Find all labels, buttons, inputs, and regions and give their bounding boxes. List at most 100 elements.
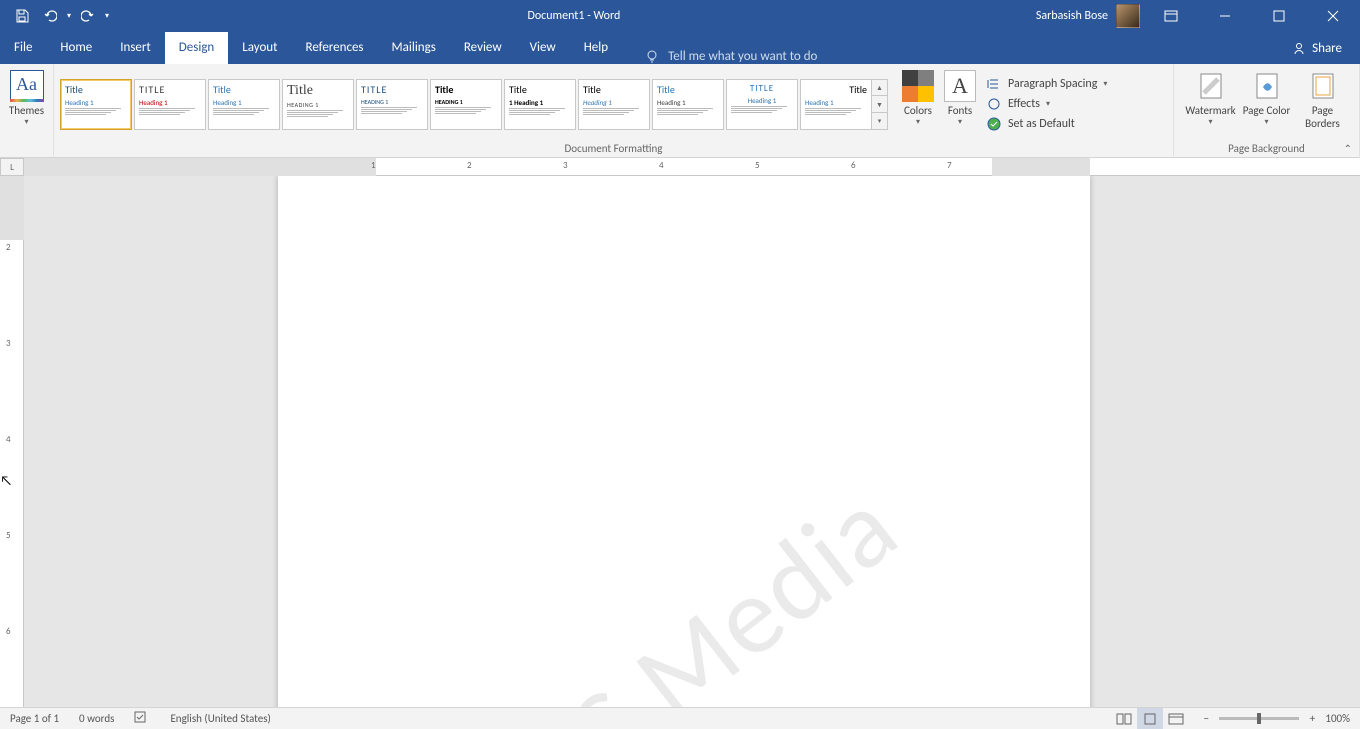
user-avatar[interactable] bbox=[1116, 4, 1140, 28]
watermark-text: H2S Media bbox=[445, 459, 924, 707]
ribbon: Aa Themes ▾ TitleHeading 1TITLEHeading 1… bbox=[0, 64, 1360, 158]
effects-icon bbox=[986, 96, 1002, 112]
spell-check-icon[interactable] bbox=[124, 710, 160, 727]
minimize-button[interactable] bbox=[1202, 0, 1248, 32]
chevron-down-icon: ▾ bbox=[916, 117, 920, 127]
zoom-out-button[interactable]: − bbox=[1199, 712, 1213, 726]
horizontal-ruler[interactable]: 1234567 bbox=[24, 158, 1360, 176]
tab-home[interactable]: Home bbox=[46, 32, 106, 64]
cursor-icon: ↖ bbox=[0, 472, 12, 489]
share-icon bbox=[1292, 41, 1306, 55]
chevron-down-icon: ▾ bbox=[24, 117, 28, 127]
checkmark-icon bbox=[986, 116, 1002, 132]
gallery-scroll-down[interactable]: ▼ bbox=[872, 96, 887, 113]
gallery-scroll-up[interactable]: ▲ bbox=[872, 80, 887, 97]
print-layout-button[interactable] bbox=[1137, 708, 1163, 729]
chevron-down-icon: ▾ bbox=[1046, 99, 1050, 109]
colors-button[interactable]: Colors ▾ bbox=[896, 68, 940, 140]
page-borders-button[interactable]: Page Borders bbox=[1295, 68, 1351, 140]
zoom-control: − + 100% bbox=[1189, 712, 1360, 726]
style-set-tile[interactable]: TitleHEADING 1 bbox=[430, 79, 502, 130]
user-name: Sarbasish Bose bbox=[1036, 9, 1108, 23]
zoom-slider[interactable] bbox=[1219, 717, 1299, 720]
window-title: Document1 - Word bbox=[112, 9, 1036, 23]
fonts-button[interactable]: A Fonts ▾ bbox=[940, 68, 980, 140]
zoom-thumb[interactable] bbox=[1257, 713, 1261, 724]
fonts-icon: A bbox=[944, 70, 976, 102]
style-set-tile[interactable]: TitleHeading 1 bbox=[800, 79, 872, 130]
read-mode-button[interactable] bbox=[1111, 708, 1137, 729]
tell-me-search[interactable]: Tell me what you want to do bbox=[644, 48, 817, 64]
tab-file[interactable]: File bbox=[0, 32, 46, 64]
tab-mailings[interactable]: Mailings bbox=[378, 32, 450, 64]
style-set-tile[interactable]: TitleHeading 1 bbox=[208, 79, 280, 130]
qat-customize[interactable]: ▾ bbox=[102, 11, 112, 21]
style-set-tile[interactable]: TitleHeading 1 bbox=[652, 79, 724, 130]
paragraph-spacing-button[interactable]: Paragraph Spacing ▾ bbox=[986, 76, 1107, 92]
page-borders-icon bbox=[1307, 70, 1339, 102]
set-default-button[interactable]: Set as Default bbox=[986, 116, 1107, 132]
style-set-tile[interactable]: TITLEHEADING 1 bbox=[356, 79, 428, 130]
share-button[interactable]: Share bbox=[1292, 32, 1360, 64]
web-layout-button[interactable] bbox=[1163, 708, 1189, 729]
ribbon-display-options[interactable] bbox=[1148, 0, 1194, 32]
ruler-corner[interactable]: L bbox=[0, 158, 24, 176]
tab-references[interactable]: References bbox=[292, 32, 378, 64]
page-color-label: Page Color bbox=[1243, 104, 1291, 117]
style-set-tile[interactable]: TitleHEADING 1 bbox=[282, 79, 354, 130]
themes-group-label bbox=[0, 140, 53, 158]
user-area: Sarbasish Bose bbox=[1036, 0, 1360, 32]
style-set-tile[interactable]: Title1 Heading 1 bbox=[504, 79, 576, 130]
chevron-down-icon: ▾ bbox=[958, 117, 962, 127]
language-indicator[interactable]: English (United States) bbox=[160, 712, 280, 725]
style-set-tile[interactable]: TitleHeading 1 bbox=[578, 79, 650, 130]
zoom-level[interactable]: 100% bbox=[1325, 712, 1350, 725]
tab-layout[interactable]: Layout bbox=[228, 32, 291, 64]
ribbon-tabs: File Home Insert Design Layout Reference… bbox=[0, 32, 1360, 64]
quick-access-toolbar: ▾ ▾ bbox=[0, 2, 112, 30]
collapse-ribbon-button[interactable]: ⌃ bbox=[1344, 142, 1352, 155]
tab-view[interactable]: View bbox=[516, 32, 570, 64]
word-count[interactable]: 0 words bbox=[69, 712, 124, 725]
share-label: Share bbox=[1312, 41, 1342, 56]
style-set-gallery[interactable]: TitleHeading 1TITLEHeading 1TitleHeading… bbox=[60, 79, 872, 130]
vertical-ruler[interactable]: 23456 bbox=[0, 176, 24, 707]
effects-button[interactable]: Effects ▾ bbox=[986, 96, 1107, 112]
maximize-button[interactable] bbox=[1256, 0, 1302, 32]
page-viewport[interactable]: H2S Media bbox=[24, 176, 1360, 707]
document-page[interactable]: H2S Media bbox=[278, 176, 1090, 707]
colors-icon bbox=[902, 70, 934, 102]
style-set-tile[interactable]: TitleHeading 1 bbox=[60, 79, 132, 130]
close-button[interactable] bbox=[1310, 0, 1356, 32]
document-formatting-group-label: Document Formatting bbox=[54, 140, 1173, 158]
page-borders-label: Page Borders bbox=[1295, 104, 1351, 130]
save-button[interactable] bbox=[8, 2, 36, 30]
watermark-button[interactable]: Watermark ▾ bbox=[1183, 68, 1239, 140]
gallery-scroll: ▲ ▼ ▾ bbox=[872, 79, 888, 130]
chevron-down-icon: ▾ bbox=[1264, 117, 1268, 127]
undo-dropdown[interactable]: ▾ bbox=[64, 11, 74, 21]
tell-me-label: Tell me what you want to do bbox=[668, 49, 817, 64]
page-indicator[interactable]: Page 1 of 1 bbox=[0, 712, 69, 725]
chevron-down-icon: ▾ bbox=[1103, 79, 1107, 89]
themes-button[interactable]: Aa Themes ▾ bbox=[6, 68, 47, 140]
colors-label: Colors bbox=[904, 104, 932, 117]
document-workspace: L 1234567 23456 H2S Media ↖ bbox=[0, 158, 1360, 707]
style-set-tile[interactable]: TITLEHeading 1 bbox=[726, 79, 798, 130]
page-color-icon bbox=[1251, 70, 1283, 102]
fonts-label: Fonts bbox=[948, 104, 972, 117]
style-set-tile[interactable]: TITLEHeading 1 bbox=[134, 79, 206, 130]
undo-button[interactable] bbox=[36, 2, 64, 30]
tab-review[interactable]: Review bbox=[450, 32, 516, 64]
paragraph-spacing-label: Paragraph Spacing bbox=[1008, 77, 1097, 91]
redo-button[interactable] bbox=[74, 2, 102, 30]
tab-design[interactable]: Design bbox=[165, 32, 228, 64]
watermark-label: Watermark bbox=[1185, 104, 1235, 117]
tab-help[interactable]: Help bbox=[570, 32, 622, 64]
zoom-in-button[interactable]: + bbox=[1305, 712, 1319, 726]
set-default-label: Set as Default bbox=[1008, 117, 1075, 131]
chevron-down-icon: ▾ bbox=[1208, 117, 1212, 127]
page-color-button[interactable]: Page Color ▾ bbox=[1239, 68, 1295, 140]
tab-insert[interactable]: Insert bbox=[106, 32, 165, 64]
gallery-more[interactable]: ▾ bbox=[872, 113, 887, 129]
